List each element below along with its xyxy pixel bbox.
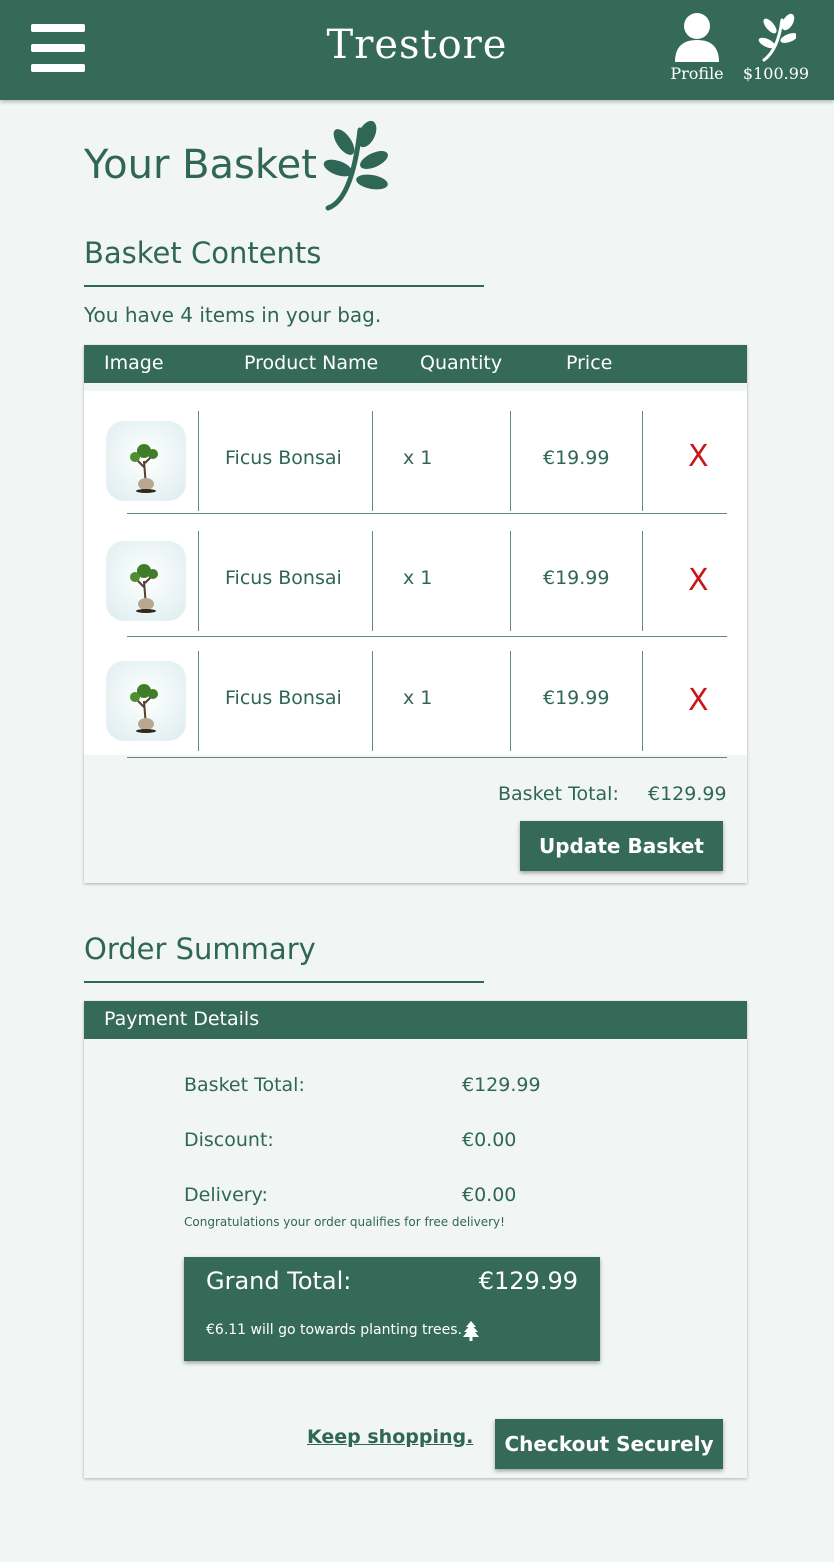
column-header-price: Price	[566, 352, 613, 374]
payment-details-header: Payment Details	[84, 1001, 747, 1039]
summary-basket-total-value: €129.99	[462, 1074, 541, 1096]
remove-item-button[interactable]: X	[688, 563, 709, 598]
balance-button[interactable]: $100.99	[740, 12, 812, 90]
product-price: €19.99	[543, 567, 610, 589]
remove-item-button[interactable]: X	[688, 683, 709, 718]
product-name[interactable]: Ficus Bonsai	[225, 567, 342, 589]
table-row: Ficus Bonsai x 1 €19.99 X	[84, 391, 747, 514]
discount-value: €0.00	[462, 1129, 517, 1151]
product-price: €19.99	[543, 447, 610, 469]
basket-table-header: Image Product Name Quantity Price	[84, 345, 747, 383]
page-title: Your Basket	[84, 142, 317, 188]
free-delivery-note: Congratulations your order qualifies for…	[184, 1215, 505, 1229]
checkout-securely-button[interactable]: Checkout Securely	[495, 1419, 723, 1469]
basket-panel: Image Product Name Quantity Price Ficus …	[84, 345, 747, 883]
profile-label: Profile	[670, 64, 724, 83]
grand-total-label: Grand Total:	[206, 1267, 352, 1295]
table-row: Ficus Bonsai x 1 €19.99 X	[84, 511, 747, 637]
product-image	[106, 421, 186, 501]
leaf-icon	[758, 13, 796, 62]
basket-contents-heading: Basket Contents	[84, 236, 322, 270]
basket-items-list[interactable]: Ficus Bonsai x 1 €19.99 X Ficus Bonsai x…	[84, 391, 747, 755]
product-quantity[interactable]: x 1	[403, 447, 432, 469]
trees-note: €6.11 will go towards planting trees.	[206, 1322, 462, 1338]
payment-details-panel: Payment Details Basket Total: €129.99 Di…	[84, 1001, 747, 1478]
discount-label: Discount:	[184, 1129, 274, 1151]
grand-total-value: €129.99	[478, 1267, 578, 1295]
basket-total-label: Basket Total:	[498, 783, 619, 805]
product-quantity[interactable]: x 1	[403, 567, 432, 589]
remove-item-button[interactable]: X	[688, 439, 709, 474]
order-summary-heading: Order Summary	[84, 932, 316, 966]
basket-total-value: €129.99	[648, 783, 727, 805]
items-count-text: You have 4 items in your bag.	[84, 303, 382, 327]
product-name[interactable]: Ficus Bonsai	[225, 447, 342, 469]
balance-label: $100.99	[742, 64, 810, 83]
payment-details-title: Payment Details	[104, 1008, 260, 1030]
keep-shopping-link[interactable]: Keep shopping.	[307, 1426, 473, 1448]
row-divider	[127, 757, 727, 758]
product-quantity[interactable]: x 1	[403, 687, 432, 709]
user-icon	[675, 13, 719, 62]
section-divider	[84, 285, 484, 287]
delivery-value: €0.00	[462, 1184, 517, 1206]
grand-total-box: Grand Total: €129.99 €6.11 will go towar…	[184, 1257, 600, 1361]
product-image	[106, 661, 186, 741]
section-divider	[84, 981, 484, 983]
column-header-product-name: Product Name	[244, 352, 379, 374]
product-image	[106, 541, 186, 621]
product-name[interactable]: Ficus Bonsai	[225, 687, 342, 709]
delivery-label: Delivery:	[184, 1184, 268, 1206]
top-navigation-bar: Trestore Profile $100.99	[0, 0, 834, 100]
summary-basket-total-label: Basket Total:	[184, 1074, 305, 1096]
leaf-icon	[323, 120, 388, 211]
column-header-image: Image	[104, 352, 164, 374]
product-price: €19.99	[543, 687, 610, 709]
column-header-quantity: Quantity	[420, 352, 503, 374]
update-basket-button[interactable]: Update Basket	[520, 821, 723, 871]
tree-icon	[463, 1321, 479, 1341]
table-row: Ficus Bonsai x 1 €19.99 X	[84, 631, 747, 751]
profile-button[interactable]: Profile	[668, 12, 726, 90]
